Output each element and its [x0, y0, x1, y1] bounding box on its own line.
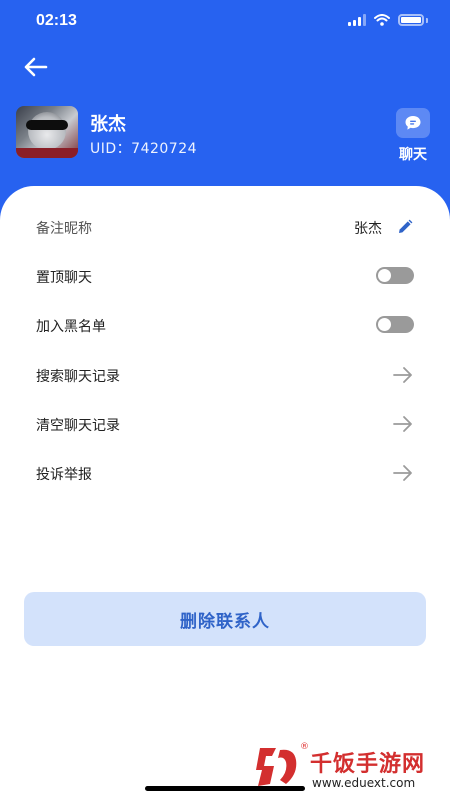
blacklist-label: 加入黑名单 — [36, 319, 106, 335]
toggle-knob — [378, 318, 391, 331]
avatar-glasses — [26, 120, 68, 130]
arrow-left-icon[interactable] — [22, 54, 50, 80]
remark-label: 备注昵称 — [36, 221, 92, 237]
report-label: 投诉举报 — [36, 467, 92, 483]
avatar-face — [28, 112, 66, 150]
status-icons — [348, 14, 428, 26]
pin-chat-label: 置顶聊天 — [36, 270, 92, 286]
report-row[interactable]: 投诉举报 — [36, 458, 416, 488]
search-history-row[interactable]: 搜索聊天记录 — [36, 360, 416, 390]
search-history-label: 搜索聊天记录 — [36, 369, 120, 385]
arrow-right-icon — [393, 367, 412, 383]
remark-value: 张杰 — [354, 221, 382, 237]
chat-bubble-icon — [396, 108, 430, 138]
chat-button[interactable]: 聊天 — [390, 108, 436, 164]
status-bar: 02:13 — [0, 0, 450, 44]
signal-icon — [348, 14, 366, 26]
pencil-icon[interactable] — [396, 218, 414, 236]
clear-history-label: 清空聊天记录 — [36, 418, 120, 434]
pin-chat-toggle[interactable] — [376, 267, 414, 284]
contact-uid: UID：7420724 — [90, 141, 198, 157]
contact-name: 张杰 — [90, 114, 126, 135]
watermark-url: www.eduext.com — [312, 776, 416, 790]
blacklist-toggle[interactable] — [376, 316, 414, 333]
avatar[interactable] — [16, 106, 78, 158]
chat-button-label: 聊天 — [399, 147, 427, 163]
home-indicator — [145, 786, 305, 791]
watermark-reg: ® — [300, 742, 309, 752]
battery-tip — [426, 17, 428, 23]
toggle-knob — [378, 269, 391, 282]
watermark-logo-icon — [256, 748, 297, 786]
battery-icon — [398, 14, 424, 26]
clear-history-row[interactable]: 清空聊天记录 — [36, 409, 416, 439]
arrow-right-icon — [393, 465, 412, 481]
status-time: 02:13 — [36, 12, 77, 29]
contact-profile: 张杰 UID：7420724 聊天 — [16, 106, 436, 164]
watermark-title: 千饭手游网 — [310, 752, 426, 777]
remark-row[interactable]: 备注昵称 张杰 — [36, 212, 416, 242]
wifi-icon — [374, 14, 390, 26]
delete-contact-button[interactable]: 删除联系人 — [24, 592, 426, 646]
blacklist-row: 加入黑名单 — [36, 310, 416, 340]
avatar-shirt — [16, 148, 78, 158]
settings-sheet: 备注昵称 张杰 置顶聊天 加入黑名单 搜索聊天记录 清空聊天记录 投诉举报 删除… — [0, 186, 450, 800]
arrow-right-icon — [393, 416, 412, 432]
pin-chat-row: 置顶聊天 — [36, 261, 416, 291]
